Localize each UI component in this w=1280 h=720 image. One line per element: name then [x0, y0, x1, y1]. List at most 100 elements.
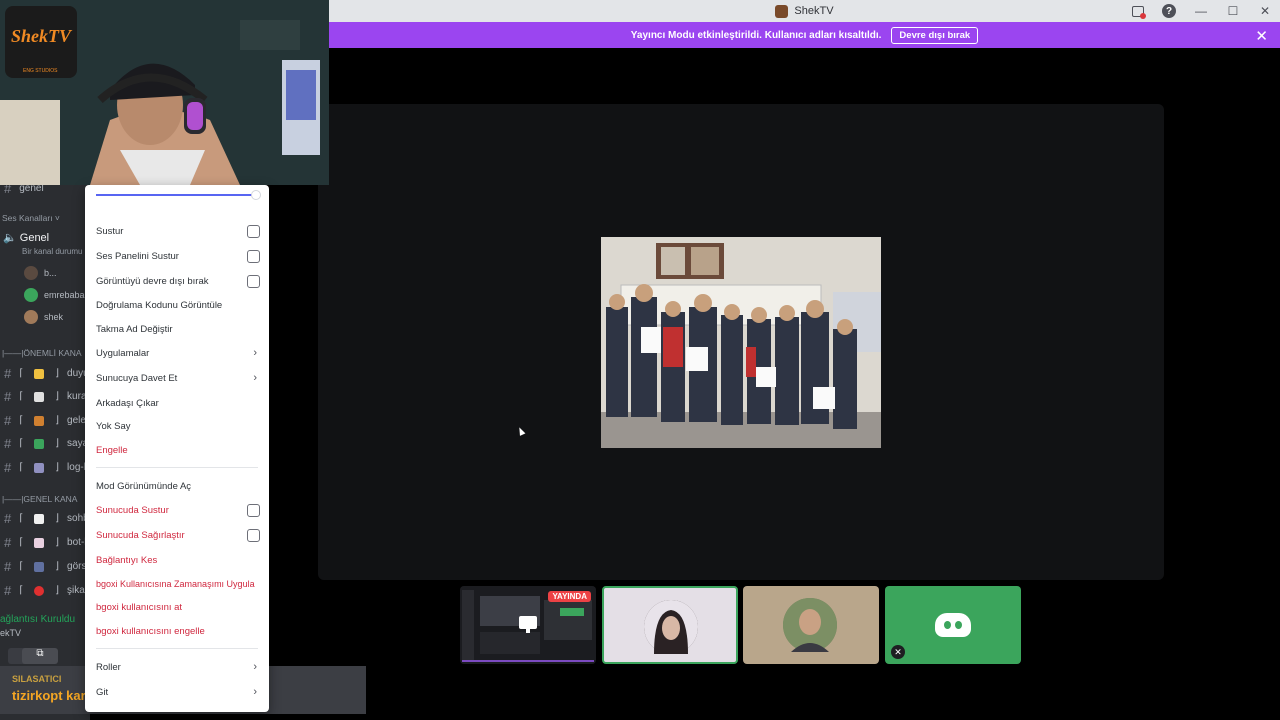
volume-slider-knob[interactable] [251, 190, 261, 200]
banner-close-icon[interactable]: ✕ [1255, 27, 1268, 45]
user-context-menu: Sustur Ses Panelini Sustur Görüntüyü dev… [85, 185, 269, 712]
webcam-overlay: ShekTV ENG STUDIOS [0, 0, 329, 185]
menu-item-mute-soundboard[interactable]: Ses Panelini Sustur [96, 248, 260, 264]
channel-item[interactable]: # ⌈ ⌋ bot-k [4, 535, 89, 550]
live-badge: YAYINDA [548, 591, 591, 602]
menu-item-disconnect[interactable]: Bağlantıyı Kes [96, 552, 260, 568]
robot-icon [34, 537, 45, 548]
menu-item-more[interactable]: Git › [96, 684, 260, 700]
channel-item[interactable]: # ⌈ ⌋ kural [4, 389, 89, 404]
menu-label: Engelle [96, 444, 128, 456]
help-icon[interactable]: ? [1162, 4, 1176, 18]
channel-item[interactable]: #⌈⌋şikaye [4, 583, 90, 598]
channel-item[interactable]: #⌈⌋sohbe [4, 511, 90, 526]
checkbox-icon[interactable] [247, 274, 260, 288]
menu-item-change-nickname[interactable]: Takma Ad Değiştir [96, 321, 260, 337]
menu-label: Ses Panelini Sustur [96, 250, 179, 262]
voice-user[interactable]: b... [24, 266, 57, 280]
channel-item[interactable]: #⌈⌋duyuru [4, 366, 90, 381]
image-icon [34, 561, 45, 572]
menu-separator [96, 467, 258, 468]
voice-channel-genel[interactable]: 🔈 Genel [3, 231, 49, 244]
banner-message: Yayıncı Modu etkinleştirildi. Kullanıcı … [630, 29, 882, 41]
menu-label: bgoxi Kullanıcısına Zamanaşımı Uygula [96, 579, 255, 589]
speech-bubble-icon [34, 513, 45, 524]
chevron-right-icon: › [253, 372, 257, 384]
volume-slider[interactable] [96, 194, 258, 196]
user-name: shek [44, 312, 64, 322]
menu-label: Görüntüyü devre dışı bırak [96, 275, 209, 287]
menu-item-server-deafen[interactable]: Sunucuda Sağırlaştır [96, 527, 260, 543]
maximize-icon[interactable]: ☐ [1226, 4, 1240, 18]
chevron-right-icon: › [253, 661, 257, 673]
user-avatar [24, 288, 38, 302]
voice-user[interactable]: emrebaba [24, 288, 85, 302]
menu-label: Yok Say [96, 420, 131, 432]
connection-status[interactable]: ağlantısı Kuruldu [0, 614, 75, 625]
menu-item-remove-friend[interactable]: Arkadaşı Çıkar [96, 395, 260, 411]
user-name: b... [44, 268, 57, 278]
channel-genel-text[interactable]: # genel [4, 185, 44, 196]
minimize-icon[interactable]: — [1194, 4, 1208, 18]
checkbox-icon[interactable] [247, 224, 260, 238]
menu-item-ignore[interactable]: Yok Say [96, 418, 260, 434]
menu-item-open-mod-view[interactable]: Mod Görünümünde Aç [96, 478, 260, 494]
checkbox-icon[interactable] [247, 528, 260, 542]
channel-item[interactable]: #⌈⌋sayaç [4, 436, 90, 451]
user-avatar [24, 310, 38, 324]
general-category[interactable]: |——|GENEL KANA [2, 494, 77, 504]
stream-tile[interactable]: YAYINDA [460, 586, 596, 664]
logo-text: ShekTV [11, 26, 72, 46]
channel-item[interactable]: # ⌈ ⌋ gelen [4, 413, 90, 428]
share-screen-button[interactable]: ⧉ [22, 648, 58, 664]
menu-item-timeout-user[interactable]: bgoxi Kullanıcısına Zamanaşımı Uygula [96, 576, 260, 592]
channel-logo: ShekTV ENG STUDIOS [5, 6, 77, 78]
menu-item-invite-to-server[interactable]: Sunucuya Davet Et › [96, 370, 260, 386]
menu-label: Git [96, 686, 109, 698]
menu-item-view-verification[interactable]: Doğrulama Kodunu Görüntüle [96, 297, 260, 313]
alert-username: SILASATICI [12, 674, 62, 684]
participant-tile-1[interactable] [602, 586, 738, 664]
channel-item[interactable]: # ⌈ ⌋ log-k [4, 460, 89, 475]
chevron-right-icon: › [253, 347, 257, 359]
floppy-icon [34, 462, 45, 473]
menu-label: Arkadaşı Çıkar [96, 397, 159, 409]
menu-label: Sustur [96, 225, 124, 237]
scroll-icon [34, 391, 45, 402]
voice-channel-status: Bir kanal durumu [22, 247, 83, 256]
menu-item-disable-video[interactable]: Görüntüyü devre dışı bırak [96, 273, 260, 289]
participant-tile-3[interactable]: ✕ [885, 586, 1021, 664]
checkbox-icon[interactable] [247, 249, 260, 263]
menu-item-mute[interactable]: Sustur [96, 223, 260, 239]
menu-item-ban-user[interactable]: bgoxi kullanıcısını engelle [96, 623, 260, 639]
menu-item-server-mute[interactable]: Sunucuda Sustur [96, 502, 260, 518]
logo-subtitle: ENG STUDIOS [23, 68, 58, 74]
important-category[interactable]: |——|ÖNEMLİ KANA [2, 348, 82, 358]
menu-label: Sunucuda Sustur [96, 504, 169, 516]
menu-item-roles[interactable]: Roller › [96, 659, 260, 675]
door-icon [34, 415, 45, 426]
user-name: emrebaba [44, 290, 85, 300]
menu-label: Sunucuya Davet Et [96, 372, 178, 384]
menu-label: Mod Görünümünde Aç [96, 480, 192, 492]
no-entry-icon [34, 585, 45, 596]
voice-user[interactable]: shek [24, 310, 63, 324]
voice-category[interactable]: Ses Kanalları ˅ [2, 213, 60, 223]
close-window-icon[interactable]: ✕ [1258, 4, 1272, 18]
menu-item-kick-user[interactable]: bgoxi kullanıcısını at [96, 599, 260, 615]
app-title: ShekTV [775, 4, 834, 18]
inbox-icon[interactable] [1132, 5, 1146, 19]
menu-label: bgoxi kullanıcısını at [96, 601, 183, 613]
window-titlebar: ShekTV ? — ☐ ✕ [329, 0, 1280, 22]
menu-item-apps[interactable]: Uygulamalar › [96, 345, 260, 361]
disable-streamer-mode-button[interactable]: Devre dışı bırak [891, 26, 979, 44]
menu-label: bgoxi kullanıcısını engelle [96, 625, 205, 637]
menu-separator [96, 648, 258, 649]
menu-item-block[interactable]: Engelle [96, 442, 260, 458]
checkbox-icon[interactable] [247, 503, 260, 517]
menu-label: Roller [96, 661, 121, 673]
participant-tile-2[interactable] [743, 586, 879, 664]
bell-icon [34, 368, 45, 379]
participant-avatar [783, 598, 837, 652]
channel-item[interactable]: # ⌈ ⌋ görse [4, 559, 90, 574]
